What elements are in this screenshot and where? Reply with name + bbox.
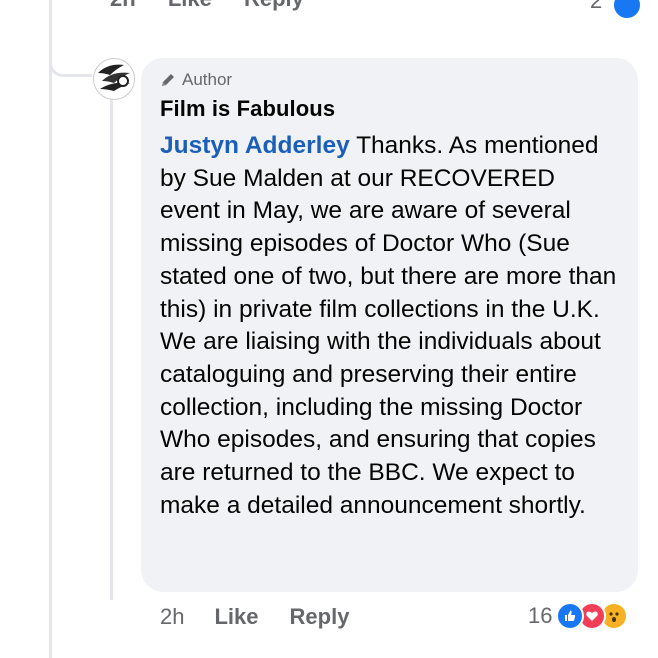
previous-reaction-count: 2 xyxy=(590,0,603,13)
author-badge: Author xyxy=(160,70,620,90)
previous-comment-time: 2h xyxy=(110,0,136,11)
comment-author-name[interactable]: Film is Fabulous xyxy=(160,96,620,124)
like-icon xyxy=(612,0,642,20)
reply-thread-line xyxy=(110,90,113,600)
thread-line xyxy=(49,0,52,658)
avatar[interactable] xyxy=(93,58,135,100)
previous-reply-button[interactable]: Reply xyxy=(244,0,304,11)
reply-connector xyxy=(49,40,92,77)
like-button[interactable]: Like xyxy=(214,604,258,630)
reaction-count: 16 xyxy=(528,603,553,628)
reply-button[interactable]: Reply xyxy=(290,604,350,630)
previous-like-button[interactable]: Like xyxy=(168,0,212,11)
film-reel-logo-icon xyxy=(95,60,133,98)
pencil-icon xyxy=(162,74,174,86)
reactions-summary[interactable]: 16 xyxy=(528,602,629,630)
comment-body: Thanks. As mentioned by Sue Malden at ou… xyxy=(160,132,617,519)
previous-comment-actions: 2h Like Reply xyxy=(110,0,330,12)
comment-time[interactable]: 2h xyxy=(160,604,184,630)
mention-link[interactable]: Justyn Adderley xyxy=(160,132,350,159)
author-badge-label: Author xyxy=(182,70,233,89)
comment-actions: 2h Like Reply xyxy=(160,604,380,630)
comment-text: Justyn Adderley Thanks. As mentioned by … xyxy=(160,130,620,522)
comment-bubble: Author Film is Fabulous Justyn Adderley … xyxy=(141,58,638,592)
like-icon xyxy=(556,602,585,630)
